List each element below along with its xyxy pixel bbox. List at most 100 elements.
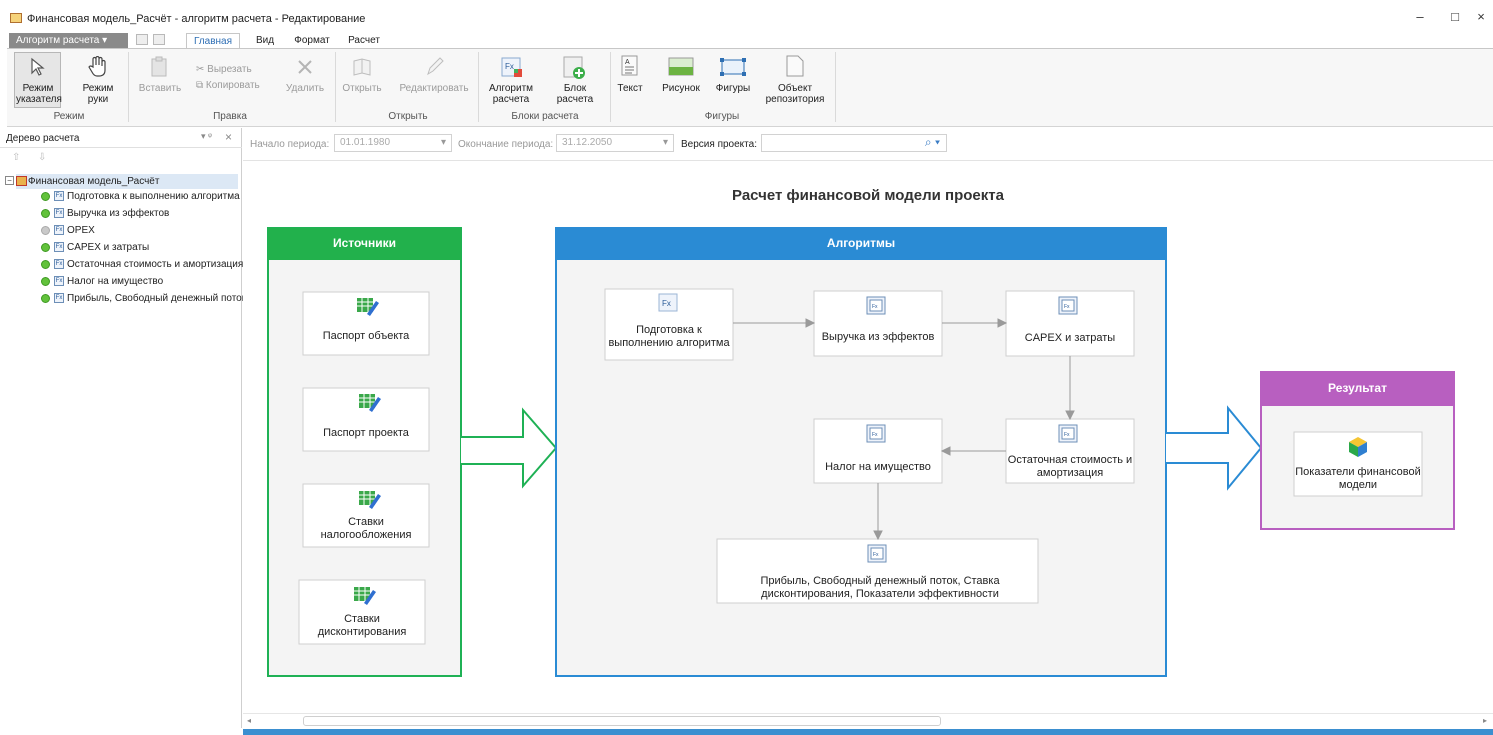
paste-icon: [151, 56, 167, 77]
paste-button[interactable]: Вставить: [138, 83, 182, 94]
edit-button[interactable]: Редактировать: [396, 83, 472, 94]
fx-icon: Fx: [54, 191, 64, 201]
tree-item[interactable]: Прибыль, Свободный денежный поток: [67, 292, 246, 305]
pointer-mode-label: Режим указателя: [16, 83, 62, 105]
chevron-down-icon: ▾: [662, 137, 668, 148]
picture-icon: [668, 57, 694, 76]
collapse-icon[interactable]: −: [5, 176, 14, 185]
version-label: Версия проекта:: [681, 139, 757, 150]
close-button[interactable]: ×: [1470, 8, 1492, 26]
save-icon[interactable]: [136, 34, 148, 45]
tab-format[interactable]: Формат: [290, 33, 334, 48]
end-period-value: 31.12.2050: [562, 137, 613, 148]
delete-button[interactable]: Удалить: [282, 83, 328, 94]
pencil-icon: [427, 57, 444, 76]
calc-tree-panel: Дерево расчета ▾ ᵠ × ⇧ ⇩ − Финансовая мо…: [0, 128, 246, 728]
svg-text:Fx: Fx: [873, 552, 879, 558]
search-icon[interactable]: ⌕ ▾: [925, 134, 940, 150]
open-button[interactable]: Открыть: [340, 83, 384, 94]
move-down-icon[interactable]: ⇩: [38, 152, 46, 163]
svg-text:Fx: Fx: [1064, 432, 1070, 438]
tree-root-label[interactable]: Финансовая модель_Расчёт: [28, 175, 159, 188]
sources-arrow: [461, 407, 558, 489]
fx-block-icon: Fx: [867, 544, 887, 563]
picture-button[interactable]: Рисунок: [656, 83, 706, 94]
horizontal-scrollbar[interactable]: ◂ ▸: [243, 713, 1493, 729]
cut-button[interactable]: ✂ Вырезать: [196, 64, 266, 75]
copy-button[interactable]: ⧉ Копировать: [196, 80, 276, 91]
hand-mode-button[interactable]: Режим руки: [78, 83, 118, 105]
copy-label: Копировать: [205, 80, 260, 91]
scroll-left-icon[interactable]: ◂: [247, 716, 251, 725]
node-capex-label: CAPEX и затраты: [1024, 332, 1116, 344]
group-separator: [128, 52, 129, 122]
tab-home[interactable]: Главная: [186, 33, 240, 48]
result-header-text: Результат: [1328, 381, 1387, 395]
group-separator: [610, 52, 611, 122]
app-menu-button[interactable]: Алгоритм расчета ▾: [9, 33, 128, 48]
node-tax-label: Налог на имущество: [825, 461, 931, 473]
fx-icon: Fx: [658, 293, 678, 312]
node-prep-label: Подготовка к выполнению алгоритма: [608, 324, 730, 349]
panel-close-icon[interactable]: ×: [225, 130, 232, 144]
scrollbar-thumb[interactable]: [303, 716, 941, 726]
fx-icon: Fx: [54, 242, 64, 252]
start-period-field[interactable]: 01.01.1980 ▾: [334, 134, 452, 152]
source-discount-rates: Ставки дисконтирования: [317, 613, 407, 638]
app-icon: [10, 13, 22, 23]
source-passport-object: Паспорт объекта: [322, 330, 410, 342]
result-item-label: Показатели финансовой модели: [1295, 466, 1421, 491]
group-blocks-label: Блоки расчета: [511, 111, 579, 122]
algorithms-header-text: Алгоритмы: [826, 236, 896, 250]
minimize-button[interactable]: –: [1405, 8, 1435, 26]
svg-text:A: A: [625, 59, 630, 66]
move-up-icon[interactable]: ⇧: [12, 152, 20, 163]
text-button[interactable]: Текст: [614, 83, 646, 94]
text-icon: A: [621, 55, 638, 76]
delete-icon: [298, 60, 312, 74]
svg-text:Fx: Fx: [662, 299, 671, 308]
source-tax-rates: Ставки налогообложения: [320, 516, 412, 541]
pin-icon[interactable]: ▾ ᵠ: [201, 131, 212, 142]
tree-item[interactable]: Выручка из эффектов: [67, 207, 169, 220]
fx-block-icon: Fx: [1058, 424, 1078, 443]
block-button[interactable]: Блок расчета: [548, 83, 602, 105]
version-field[interactable]: ⌕ ▾: [761, 134, 947, 152]
fx-block-icon: Fx: [1058, 296, 1078, 315]
block-label: Блок расчета: [556, 83, 594, 105]
algorithms-arrow: [1166, 405, 1263, 491]
title-bar: Финансовая модель_Расчёт - алгоритм расч…: [0, 0, 1493, 32]
cut-label: Вырезать: [207, 64, 252, 75]
fx-block-icon: Fx: [866, 296, 886, 315]
source-passport-project: Паспорт проекта: [323, 427, 409, 439]
tree-item[interactable]: OPEX: [67, 224, 95, 237]
algorithm-button[interactable]: Алгоритм расчета: [488, 83, 534, 105]
status-strip: [243, 729, 1493, 735]
panel-title: Дерево расчета: [6, 133, 80, 144]
status-dot-icon: [41, 226, 50, 235]
tree-item[interactable]: Налог на имущество: [67, 275, 163, 288]
repository-button[interactable]: Объект репозитория: [762, 83, 828, 105]
status-dot-icon: [41, 243, 50, 252]
end-period-field[interactable]: 31.12.2050 ▾: [556, 134, 674, 152]
shapes-label: Фигуры: [715, 83, 751, 94]
group-mode-label: Режим: [53, 111, 85, 122]
tab-view[interactable]: Вид: [250, 33, 280, 48]
group-separator: [335, 52, 336, 122]
node-residual-label: Остаточная стоимость и амортизация: [1007, 454, 1133, 479]
tab-calc[interactable]: Расчет: [344, 33, 384, 48]
tree-item[interactable]: Остаточная стоимость и амортизация: [67, 258, 243, 271]
tree-item[interactable]: CAPEX и затраты: [67, 241, 149, 254]
scroll-right-icon[interactable]: ▸: [1483, 716, 1487, 725]
open-icon: [353, 58, 371, 76]
status-dot-icon: [41, 209, 50, 218]
shapes-button[interactable]: Фигуры: [710, 83, 756, 94]
print-icon[interactable]: [153, 34, 165, 45]
node-profit-label: Прибыль, Свободный денежный поток, Ставк…: [760, 575, 1000, 600]
start-period-label: Начало периода:: [250, 139, 330, 150]
window-title: Финансовая модель_Расчёт - алгоритм расч…: [27, 13, 366, 25]
fx-icon: Fx: [54, 259, 64, 269]
repository-icon: [786, 55, 804, 77]
tree-item[interactable]: Подготовка к выполнению алгоритма: [67, 190, 240, 203]
maximize-button[interactable]: □: [1440, 8, 1470, 26]
